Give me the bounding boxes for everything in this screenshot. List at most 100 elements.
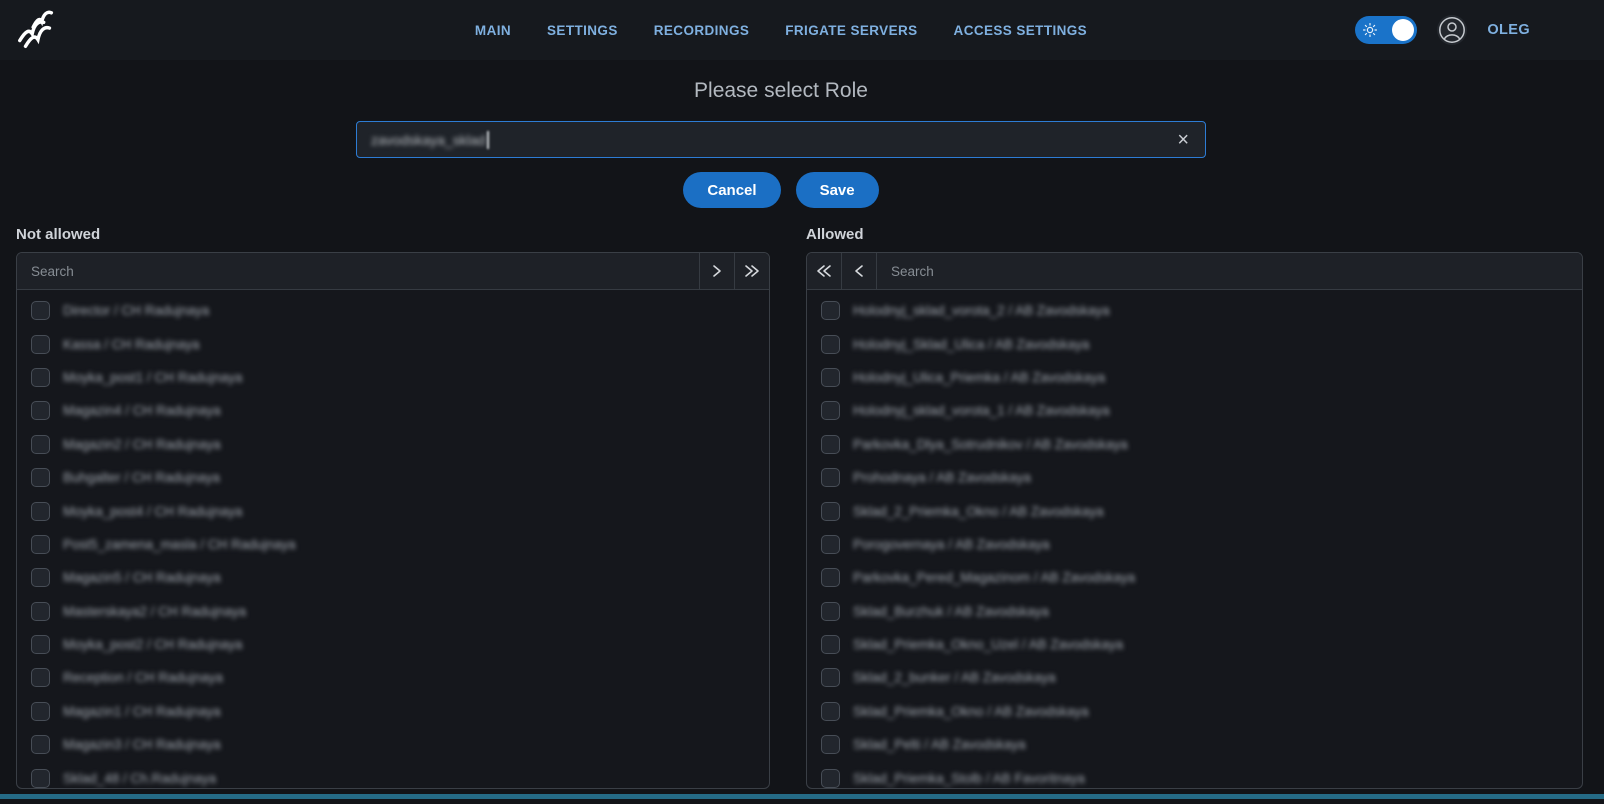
item-checkbox[interactable] xyxy=(821,602,840,621)
cancel-button[interactable]: Cancel xyxy=(683,172,780,208)
username-label[interactable]: OLEG xyxy=(1487,22,1530,38)
list-item[interactable]: Parkovka_Dlya_Sotrudnikov / AB Zavodskay… xyxy=(807,428,1582,461)
list-item[interactable]: Magazin1 / CH Radujnaya xyxy=(17,695,769,728)
nav-link[interactable]: MAIN xyxy=(475,23,511,38)
list-item[interactable]: Parkovka_Pered_Magazinom / AB Zavodskaya xyxy=(807,561,1582,594)
list-item-label: Sklad_2_Priemka_Okno / AB Zavodskaya xyxy=(853,504,1104,519)
item-checkbox[interactable] xyxy=(31,401,50,420)
list-item[interactable]: Post5_zamena_masla / CH Radujnaya xyxy=(17,528,769,561)
page-title: Please select Role xyxy=(0,79,1562,103)
save-button[interactable]: Save xyxy=(796,172,879,208)
list-item[interactable]: Masterskaya2 / CH Radujnaya xyxy=(17,595,769,628)
list-item-label: Sklad_Priemka_Okno / AB Zavodskaya xyxy=(853,704,1089,719)
list-item[interactable]: Sklad_Priemka_Okno_Uzel / AB Zavodskaya xyxy=(807,628,1582,661)
item-checkbox[interactable] xyxy=(31,769,50,788)
allowed-panel: Holodnyj_sklad_vorota_2 / AB Zavodskaya … xyxy=(806,252,1583,789)
not-allowed-list: Director / CH Radujnaya Kassa / CH Raduj… xyxy=(17,290,769,789)
double-chevron-right-icon xyxy=(744,263,760,279)
item-checkbox[interactable] xyxy=(31,301,50,320)
list-item-label: Director / CH Radujnaya xyxy=(63,303,209,318)
list-item[interactable]: Kassa / CH Radujnaya xyxy=(17,327,769,360)
list-item[interactable]: Sklad_Priemka_Okno / AB Zavodskaya xyxy=(807,695,1582,728)
navbar-right-cluster: OLEG xyxy=(1355,0,1530,60)
list-item-label: Sklad_2_bunker / AB Zavodskaya xyxy=(853,670,1056,685)
list-item[interactable]: Holodnyj_sklad_vorota_1 / AB Zavodskaya xyxy=(807,394,1582,427)
frigate-birds-logo-icon[interactable] xyxy=(14,8,60,52)
allowed-search-input[interactable] xyxy=(877,253,1582,289)
item-checkbox[interactable] xyxy=(31,635,50,654)
item-checkbox[interactable] xyxy=(31,735,50,754)
list-item[interactable]: Director / CH Radujnaya xyxy=(17,294,769,327)
list-item[interactable]: Holodnyj_Ulica_Priemka / AB Zavodskaya xyxy=(807,361,1582,394)
list-item[interactable]: Prohodnaya / AB Zavodskaya xyxy=(807,461,1582,494)
list-item[interactable]: Moyka_post2 / CH Radujnaya xyxy=(17,628,769,661)
list-item[interactable]: Magazin4 / CH Radujnaya xyxy=(17,394,769,427)
list-item[interactable]: Reception / CH Radujnaya xyxy=(17,661,769,694)
item-checkbox[interactable] xyxy=(821,735,840,754)
item-checkbox[interactable] xyxy=(821,435,840,454)
item-checkbox[interactable] xyxy=(821,301,840,320)
list-item[interactable]: Sklad_Pelti / AB Zavodskaya xyxy=(807,728,1582,761)
list-item-label: Parkovka_Dlya_Sotrudnikov / AB Zavodskay… xyxy=(853,437,1128,452)
item-checkbox[interactable] xyxy=(821,668,840,687)
item-checkbox[interactable] xyxy=(31,468,50,487)
theme-toggle-switch[interactable] xyxy=(1355,16,1417,44)
list-item[interactable]: Magazin2 / CH Radujnaya xyxy=(17,428,769,461)
list-item[interactable]: Magazin3 / CH Radujnaya xyxy=(17,728,769,761)
user-avatar-icon[interactable] xyxy=(1437,15,1467,45)
item-checkbox[interactable] xyxy=(31,668,50,687)
item-checkbox[interactable] xyxy=(821,401,840,420)
list-item-label: Magazin2 / CH Radujnaya xyxy=(63,437,221,452)
list-item[interactable]: Moyka_post1 / CH Radujnaya xyxy=(17,361,769,394)
not-allowed-header xyxy=(17,253,769,290)
list-item-label: Masterskaya2 / CH Radujnaya xyxy=(63,604,246,619)
item-checkbox[interactable] xyxy=(821,769,840,788)
allowed-header xyxy=(807,253,1582,290)
list-item-label: Sklad_Burzhuk / AB Zavodskaya xyxy=(853,604,1049,619)
item-checkbox[interactable] xyxy=(821,335,840,354)
move-all-right-button[interactable] xyxy=(734,253,769,289)
clear-input-icon[interactable]: × xyxy=(1173,130,1193,150)
list-item[interactable]: Porogovernaya / AB Zavodskaya xyxy=(807,528,1582,561)
app-root: MAIN SETTINGS RECORDINGS FRIGATE SERVERS… xyxy=(0,0,1604,804)
item-checkbox[interactable] xyxy=(821,635,840,654)
list-item[interactable]: Holodnyj_Sklad_Ulica / AB Zavodskaya xyxy=(807,327,1582,360)
list-item[interactable]: Moyka_post4 / CH Radujnaya xyxy=(17,494,769,527)
list-item[interactable]: Sklad_Burzhuk / AB Zavodskaya xyxy=(807,595,1582,628)
item-checkbox[interactable] xyxy=(821,468,840,487)
nav-link[interactable]: SETTINGS xyxy=(547,23,618,38)
list-item[interactable]: Buhgalter / CH Radujnaya xyxy=(17,461,769,494)
list-item[interactable]: Sklad_48 / Ch.Radujnaya xyxy=(17,761,769,789)
list-item[interactable]: Sklad_2_bunker / AB Zavodskaya xyxy=(807,661,1582,694)
list-item[interactable]: Sklad_Priemka_Stolb / AB Favoritnaya xyxy=(807,761,1582,789)
list-item[interactable]: Holodnyj_sklad_vorota_2 / AB Zavodskaya xyxy=(807,294,1582,327)
item-checkbox[interactable] xyxy=(821,535,840,554)
move-all-left-button[interactable] xyxy=(807,253,842,289)
not-allowed-search-input[interactable] xyxy=(17,253,699,289)
allowed-title: Allowed xyxy=(806,226,864,243)
item-checkbox[interactable] xyxy=(821,702,840,721)
item-checkbox[interactable] xyxy=(31,335,50,354)
item-checkbox[interactable] xyxy=(31,535,50,554)
list-item-label: Porogovernaya / AB Zavodskaya xyxy=(853,537,1050,552)
item-checkbox[interactable] xyxy=(821,368,840,387)
list-item[interactable]: Magazin5 / CH Radujnaya xyxy=(17,561,769,594)
item-checkbox[interactable] xyxy=(31,368,50,387)
item-checkbox[interactable] xyxy=(821,568,840,587)
list-item[interactable]: Sklad_2_Priemka_Okno / AB Zavodskaya xyxy=(807,494,1582,527)
chevron-left-icon xyxy=(853,263,865,279)
item-checkbox[interactable] xyxy=(31,702,50,721)
item-checkbox[interactable] xyxy=(821,502,840,521)
move-selected-right-button[interactable] xyxy=(699,253,734,289)
nav-link[interactable]: RECORDINGS xyxy=(654,23,750,38)
item-checkbox[interactable] xyxy=(31,602,50,621)
move-selected-left-button[interactable] xyxy=(842,253,877,289)
nav-link[interactable]: FRIGATE SERVERS xyxy=(785,23,917,38)
item-checkbox[interactable] xyxy=(31,568,50,587)
item-checkbox[interactable] xyxy=(31,502,50,521)
nav-link[interactable]: ACCESS SETTINGS xyxy=(954,23,1088,38)
item-checkbox[interactable] xyxy=(31,435,50,454)
bottom-accent-strip xyxy=(0,794,1604,799)
list-item-label: Sklad_Priemka_Stolb / AB Favoritnaya xyxy=(853,771,1085,786)
role-name-input[interactable]: zavodskaya_sklad × xyxy=(356,121,1206,158)
